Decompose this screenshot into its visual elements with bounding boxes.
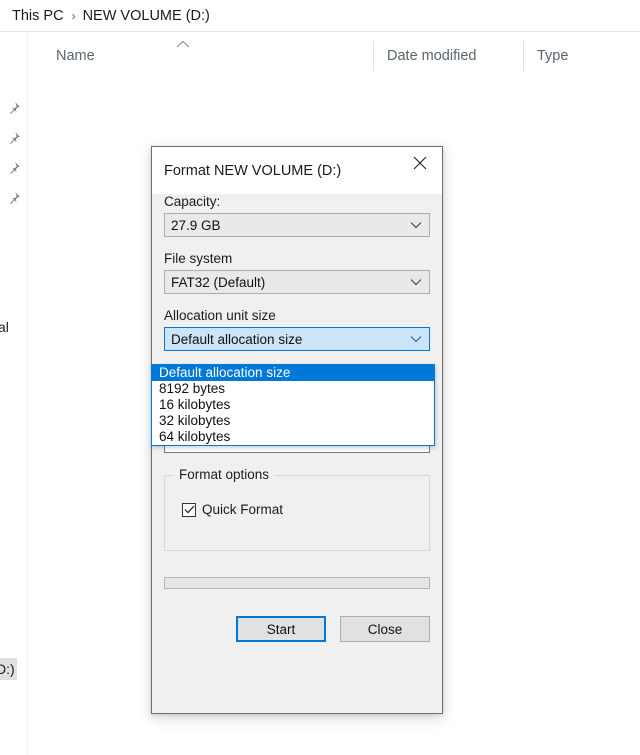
dropdown-option[interactable]: 16 kilobytes: [152, 397, 434, 413]
breadcrumb[interactable]: This PC › NEW VOLUME (D:): [0, 0, 640, 31]
quick-format-checkbox-row[interactable]: Quick Format: [182, 502, 283, 517]
column-header-date-modified[interactable]: Date modified: [373, 32, 523, 79]
chevron-down-icon: [410, 279, 422, 286]
column-header-type[interactable]: Type: [523, 32, 640, 79]
dialog-button-row: Start Close: [164, 616, 430, 642]
quick-format-label: Quick Format: [202, 502, 284, 517]
file-system-label: File system: [164, 251, 233, 266]
allocation-unit-size-label: Allocation unit size: [164, 308, 276, 323]
chevron-down-icon: [410, 222, 422, 229]
column-header-name[interactable]: Name: [42, 32, 372, 79]
format-options-group: Format options Quick Format: [164, 467, 430, 551]
column-header-row: Name Date modified Type: [28, 32, 640, 79]
chevron-down-icon: [410, 336, 422, 343]
allocation-unit-size-combobox[interactable]: Default allocation size: [164, 327, 430, 351]
file-system-combobox[interactable]: FAT32 (Default): [164, 270, 430, 294]
close-icon[interactable]: [397, 147, 442, 179]
breadcrumb-item-new-volume[interactable]: NEW VOLUME (D:): [83, 8, 210, 24]
nav-item-new-volume-partial[interactable]: D:): [0, 658, 17, 680]
format-progress-bar: [164, 577, 430, 589]
pin-icon[interactable]: [5, 100, 22, 117]
column-header-date-modified-label: Date modified: [387, 47, 477, 64]
capacity-combobox[interactable]: 27.9 GB: [164, 213, 430, 237]
chevron-right-icon: ›: [71, 8, 76, 23]
dropdown-option[interactable]: 32 kilobytes: [152, 413, 434, 429]
nav-item-local-partial[interactable]: al: [0, 319, 9, 335]
pin-icon[interactable]: [5, 130, 22, 147]
column-header-type-label: Type: [537, 47, 569, 64]
pin-icon[interactable]: [5, 160, 22, 177]
dropdown-option[interactable]: 64 kilobytes: [152, 429, 434, 445]
allocation-unit-size-dropdown-list[interactable]: Default allocation size 8192 bytes 16 kilo…: [151, 364, 435, 446]
capacity-label: Capacity:: [164, 194, 221, 209]
dropdown-option[interactable]: Default allocation size: [152, 365, 434, 381]
start-button[interactable]: Start: [236, 616, 326, 642]
capacity-value: 27.9 GB: [171, 217, 221, 233]
navigation-pane-strip: [0, 32, 28, 755]
dialog-titlebar[interactable]: Format NEW VOLUME (D:): [152, 147, 442, 194]
dropdown-option[interactable]: 8192 bytes: [152, 381, 434, 397]
column-header-name-label: Name: [56, 47, 95, 64]
quick-format-checkbox[interactable]: [182, 502, 196, 517]
dialog-title: Format NEW VOLUME (D:): [164, 162, 342, 179]
close-button-label: Close: [367, 621, 403, 637]
breadcrumb-item-this-pc[interactable]: This PC: [12, 8, 64, 24]
sort-ascending-icon: [176, 40, 190, 48]
close-button[interactable]: Close: [340, 616, 430, 642]
allocation-unit-size-value: Default allocation size: [171, 331, 303, 347]
nav-item-partial[interactable]: ): [0, 702, 1, 718]
pin-icon[interactable]: [5, 190, 22, 207]
file-system-value: FAT32 (Default): [171, 274, 266, 290]
start-button-label: Start: [266, 621, 296, 637]
format-options-legend: Format options: [174, 467, 275, 482]
